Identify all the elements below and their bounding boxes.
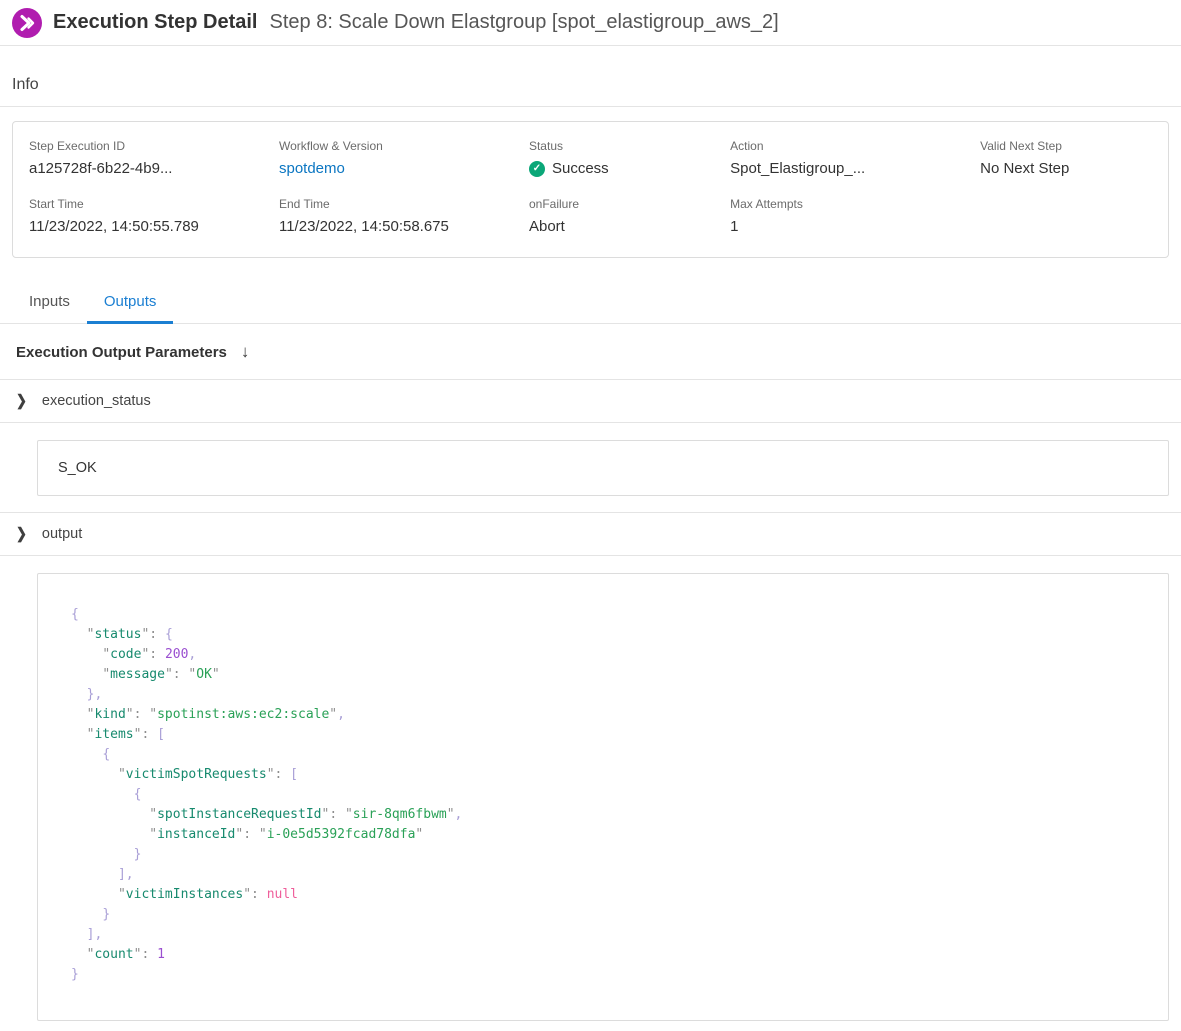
page-subtitle: Step 8: Scale Down Elastgroup [spot_elas… xyxy=(270,11,779,34)
field-step-execution-id: Step Execution ID a125728f-6b22-4b9... xyxy=(29,139,279,177)
field-value: 11/23/2022, 14:50:58.675 xyxy=(279,218,529,235)
field-label: Action xyxy=(730,139,980,153)
status-badge: ✓ Success xyxy=(529,160,730,177)
info-section-heading: Info xyxy=(0,46,1181,107)
param-name: output xyxy=(42,526,82,542)
chevron-right-icon[interactable]: ❯ xyxy=(16,392,27,410)
chevron-right-icon[interactable]: ❯ xyxy=(16,525,27,543)
field-label: Status xyxy=(529,139,730,153)
field-onfailure: onFailure Abort xyxy=(529,197,730,235)
field-value: Spot_Elastigroup_... xyxy=(730,160,980,177)
output-json-box: { "status": { "code": 200, "message": "O… xyxy=(37,573,1169,1021)
execution-status-value-box: S_OK xyxy=(37,440,1169,496)
field-valid-next-step: Valid Next Step No Next Step xyxy=(980,139,1152,177)
page-header: Execution Step Detail Step 8: Scale Down… xyxy=(0,0,1181,46)
json-code: { "status": { "code": 200, "message": "O… xyxy=(71,605,1148,985)
field-value: Abort xyxy=(529,218,730,235)
download-icon[interactable]: ↓ xyxy=(241,342,250,362)
field-label: End Time xyxy=(279,197,529,211)
field-label: Valid Next Step xyxy=(980,139,1152,153)
field-value: 11/23/2022, 14:50:55.789 xyxy=(29,218,279,235)
field-action: Action Spot_Elastigroup_... xyxy=(730,139,980,177)
field-value: No Next Step xyxy=(980,160,1152,177)
field-status: Status ✓ Success xyxy=(529,139,730,177)
workflow-link[interactable]: spotdemo xyxy=(279,160,529,177)
field-label: Step Execution ID xyxy=(29,139,279,153)
output-parameters-title: Execution Output Parameters xyxy=(16,344,227,361)
field-max-attempts: Max Attempts 1 xyxy=(730,197,980,235)
output-parameters-header: Execution Output Parameters ↓ xyxy=(0,324,1181,380)
param-row-output[interactable]: ❯ output xyxy=(0,512,1181,556)
field-label: Max Attempts xyxy=(730,197,980,211)
tab-outputs[interactable]: Outputs xyxy=(87,282,174,324)
field-label: Start Time xyxy=(29,197,279,211)
field-label: Workflow & Version xyxy=(279,139,529,153)
field-value: 1 xyxy=(730,218,980,235)
param-row-execution-status[interactable]: ❯ execution_status xyxy=(0,380,1181,423)
tab-inputs[interactable]: Inputs xyxy=(12,282,87,324)
status-text: Success xyxy=(552,160,609,177)
field-label: onFailure xyxy=(529,197,730,211)
field-empty xyxy=(980,197,1152,235)
field-workflow-version: Workflow & Version spotdemo xyxy=(279,139,529,177)
success-check-icon: ✓ xyxy=(529,161,545,177)
field-start-time: Start Time 11/23/2022, 14:50:55.789 xyxy=(29,197,279,235)
app-logo-icon xyxy=(12,8,42,38)
page-title: Execution Step Detail xyxy=(53,11,258,34)
field-end-time: End Time 11/23/2022, 14:50:58.675 xyxy=(279,197,529,235)
field-value: a125728f-6b22-4b9... xyxy=(29,160,279,177)
tab-bar: Inputs Outputs xyxy=(0,282,1181,324)
info-card: Step Execution ID a125728f-6b22-4b9... W… xyxy=(12,121,1169,258)
param-name: execution_status xyxy=(42,393,151,409)
